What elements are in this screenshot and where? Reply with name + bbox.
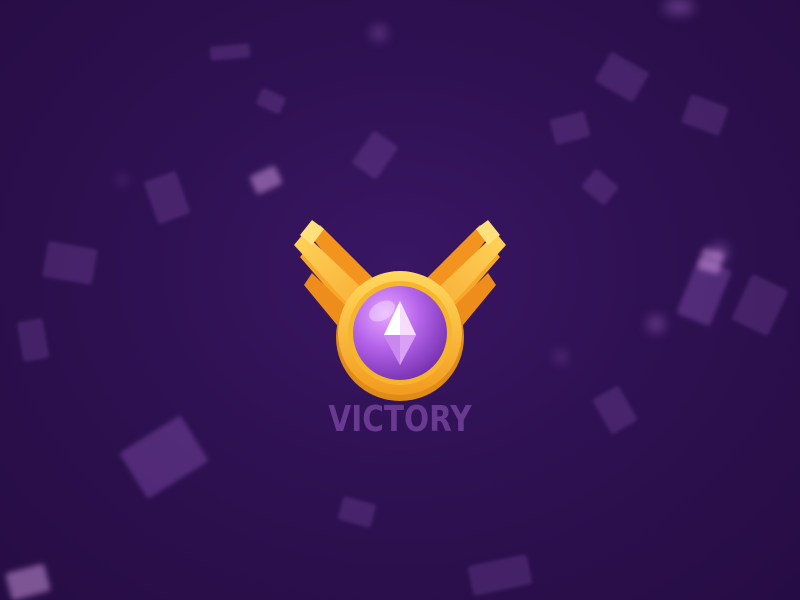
victory-screen: VICTORY xyxy=(0,0,800,600)
confetti-piece xyxy=(337,496,377,528)
confetti-piece xyxy=(143,170,191,225)
confetti-piece xyxy=(731,273,789,337)
confetti-piece xyxy=(255,87,287,115)
sparkle xyxy=(118,176,126,184)
confetti-piece xyxy=(467,554,533,596)
victory-title: VICTORY xyxy=(328,399,472,440)
confetti-piece xyxy=(549,110,591,146)
sparkle xyxy=(372,26,386,40)
sparkle xyxy=(556,352,566,362)
winged-medal-icon xyxy=(294,220,506,401)
confetti-piece xyxy=(5,563,51,600)
confetti-piece xyxy=(681,94,729,136)
confetti-piece xyxy=(580,168,620,206)
sparkle xyxy=(664,0,694,14)
confetti-piece xyxy=(16,318,50,362)
confetti-piece xyxy=(594,51,650,103)
confetti-piece xyxy=(42,240,98,286)
confetti-piece xyxy=(249,165,283,195)
sparkle xyxy=(648,316,664,332)
confetti-piece xyxy=(592,385,638,435)
confetti-piece xyxy=(351,130,399,180)
confetti-piece xyxy=(119,415,209,499)
confetti-piece xyxy=(209,43,251,61)
sparkle xyxy=(710,244,728,262)
